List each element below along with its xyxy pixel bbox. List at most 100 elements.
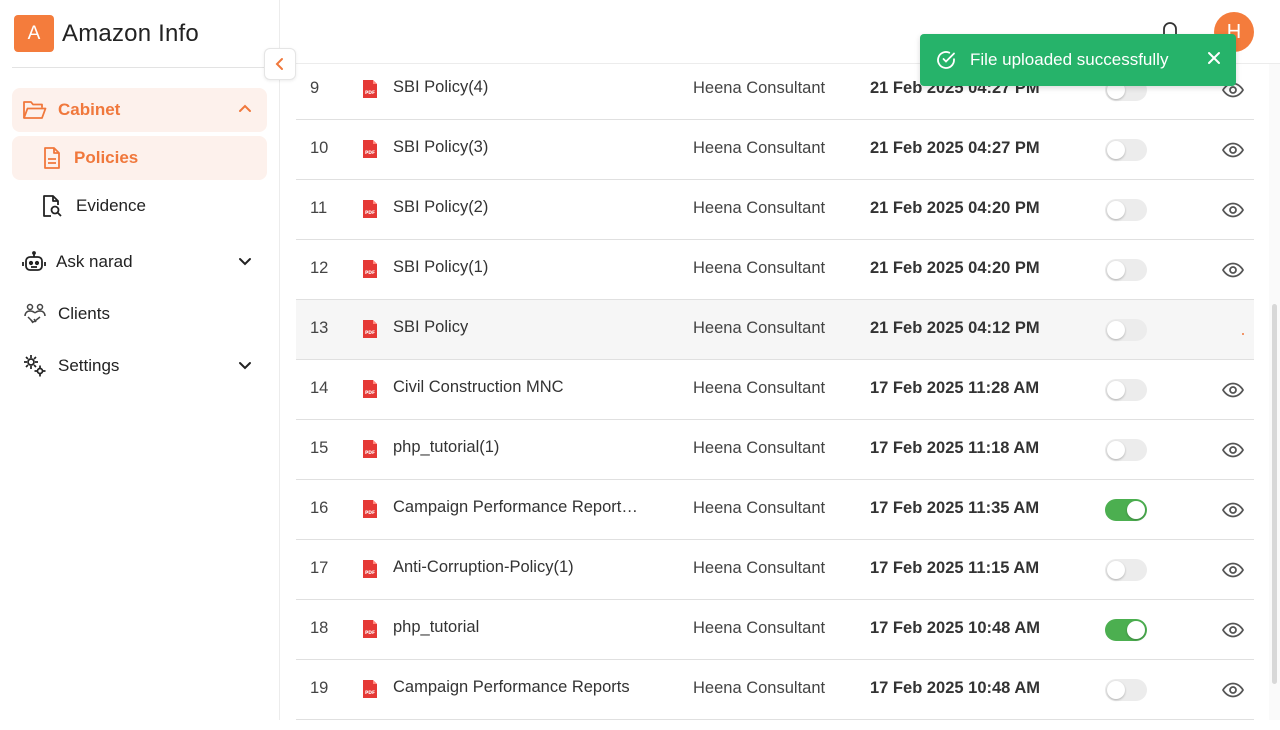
publish-toggle[interactable] [1105,319,1147,341]
pdf-icon: PDF [362,499,378,524]
document-name[interactable]: SBI Policy(3) [393,138,488,157]
sidebar-item-label: Evidence [76,196,146,215]
table-row[interactable]: 12 PDF SBI Policy(1) Heena Consultant 21 Feb… [296,240,1254,300]
upload-date: 21 Feb 2025 04:27 PM [870,139,1040,157]
document-name[interactable]: Campaign Performance Report… [393,498,638,517]
upload-date: 17 Feb 2025 10:48 AM [870,679,1040,697]
document-name[interactable]: Anti-Corruption-Policy(1) [393,558,574,577]
document-name[interactable]: SBI Policy(4) [393,78,488,97]
pdf-icon: PDF [362,619,378,644]
toggle-knob [1107,561,1125,579]
scrollbar-thumb[interactable] [1272,304,1277,684]
table-row[interactable]: 14 PDF Civil Construction MNC Heena Consult… [296,360,1254,420]
row-number: 9 [310,79,320,97]
owner-name: Heena Consultant [693,79,826,97]
toggle-knob [1107,201,1125,219]
eye-icon[interactable] [1221,620,1245,645]
publish-toggle[interactable] [1105,559,1147,581]
row-number: 10 [310,139,329,157]
eye-icon[interactable] [1221,680,1245,705]
chevron-down-icon[interactable] [237,357,253,373]
svg-text:PDF: PDF [365,570,375,576]
publish-toggle[interactable] [1105,619,1147,641]
document-name[interactable]: SBI Policy(1) [393,258,488,277]
publish-toggle[interactable] [1105,379,1147,401]
handshake-icon [24,303,46,324]
scrollbar[interactable] [1269,64,1280,720]
table-row[interactable]: 13 PDF SBI Policy Heena Consultant 21 Feb 20… [296,300,1254,360]
document-name[interactable]: Campaign Performance Reports [393,678,630,697]
eye-icon[interactable] [1221,140,1245,165]
loading-dot [1242,333,1244,335]
eye-icon[interactable] [1221,380,1245,405]
publish-toggle[interactable] [1105,139,1147,161]
toggle-knob [1127,501,1145,519]
svg-text:PDF: PDF [365,630,375,636]
toggle-knob [1127,621,1145,639]
publish-toggle[interactable] [1105,199,1147,221]
row-number: 11 [310,199,328,217]
document-name[interactable]: php_tutorial [393,618,479,637]
owner-name: Heena Consultant [693,679,826,697]
eye-icon[interactable] [1221,500,1245,525]
pdf-icon: PDF [362,439,378,464]
toggle-knob [1107,681,1125,699]
sidebar-item-cabinet[interactable]: Cabinet [12,88,267,132]
owner-name: Heena Consultant [693,499,826,517]
pdf-icon: PDF [362,679,378,704]
svg-text:PDF: PDF [365,510,375,516]
svg-text:PDF: PDF [365,690,375,696]
eye-icon[interactable] [1221,200,1245,225]
row-number: 19 [310,679,329,697]
sidebar-item-label: Ask narad [56,252,133,271]
upload-date: 21 Feb 2025 04:20 PM [870,259,1040,277]
table-row[interactable]: 10 PDF SBI Policy(3) Heena Consultant 21 Feb… [296,120,1254,180]
sidebar-item-policies[interactable]: Policies [12,136,267,180]
publish-toggle[interactable] [1105,679,1147,701]
sidebar-item-label: Settings [58,356,120,375]
owner-name: Heena Consultant [693,139,826,157]
document-name[interactable]: Civil Construction MNC [393,378,564,397]
chevron-up-icon[interactable] [237,101,253,117]
table-row[interactable]: 11 PDF SBI Policy(2) Heena Consultant 21 Feb… [296,180,1254,240]
owner-name: Heena Consultant [693,439,826,457]
document-search-icon [43,195,62,217]
success-toast: File uploaded successfully [920,34,1236,86]
chevron-down-icon[interactable] [237,253,253,269]
row-number: 17 [310,559,329,577]
eye-icon[interactable] [1221,440,1245,465]
publish-toggle[interactable] [1105,259,1147,281]
svg-text:PDF: PDF [365,390,375,396]
publish-toggle[interactable] [1105,439,1147,461]
row-number: 15 [310,439,329,457]
pdf-icon: PDF [362,379,378,404]
table-row[interactable]: 18 PDF php_tutorial Heena Consultant 17 Feb … [296,600,1254,660]
upload-date: 17 Feb 2025 10:48 AM [870,619,1040,637]
sidebar-item-settings[interactable]: Settings [12,344,267,388]
publish-toggle[interactable] [1105,499,1147,521]
document-name[interactable]: SBI Policy(2) [393,198,488,217]
table-row[interactable]: 17 PDF Anti-Corruption-Policy(1) Heena Cons… [296,540,1254,600]
table-row[interactable]: 19 PDF Campaign Performance Reports Heena C… [296,660,1254,720]
close-icon[interactable] [1206,50,1222,66]
sidebar-item-evidence[interactable]: Evidence [12,184,267,228]
svg-text:PDF: PDF [365,90,375,96]
owner-name: Heena Consultant [693,379,826,397]
gears-icon [24,355,46,377]
sidebar-item-clients[interactable]: Clients [12,292,267,336]
svg-text:PDF: PDF [365,150,375,156]
eye-icon[interactable] [1221,260,1245,285]
document-name[interactable]: SBI Policy [393,318,468,337]
document-icon [44,147,60,169]
sidebar-item-ask-narad[interactable]: Ask narad [12,240,267,284]
sidebar-item-label: Cabinet [58,100,121,119]
collapse-sidebar-button[interactable] [264,48,296,80]
table-row[interactable]: 15 PDF php_tutorial(1) Heena Consultant 17 F… [296,420,1254,480]
row-number: 13 [310,319,329,337]
eye-icon[interactable] [1221,560,1245,585]
svg-text:PDF: PDF [365,330,375,336]
pdf-icon: PDF [362,79,378,104]
table-row[interactable]: 16 PDF Campaign Performance Report… Heena C… [296,480,1254,540]
owner-name: Heena Consultant [693,199,826,217]
document-name[interactable]: php_tutorial(1) [393,438,499,457]
